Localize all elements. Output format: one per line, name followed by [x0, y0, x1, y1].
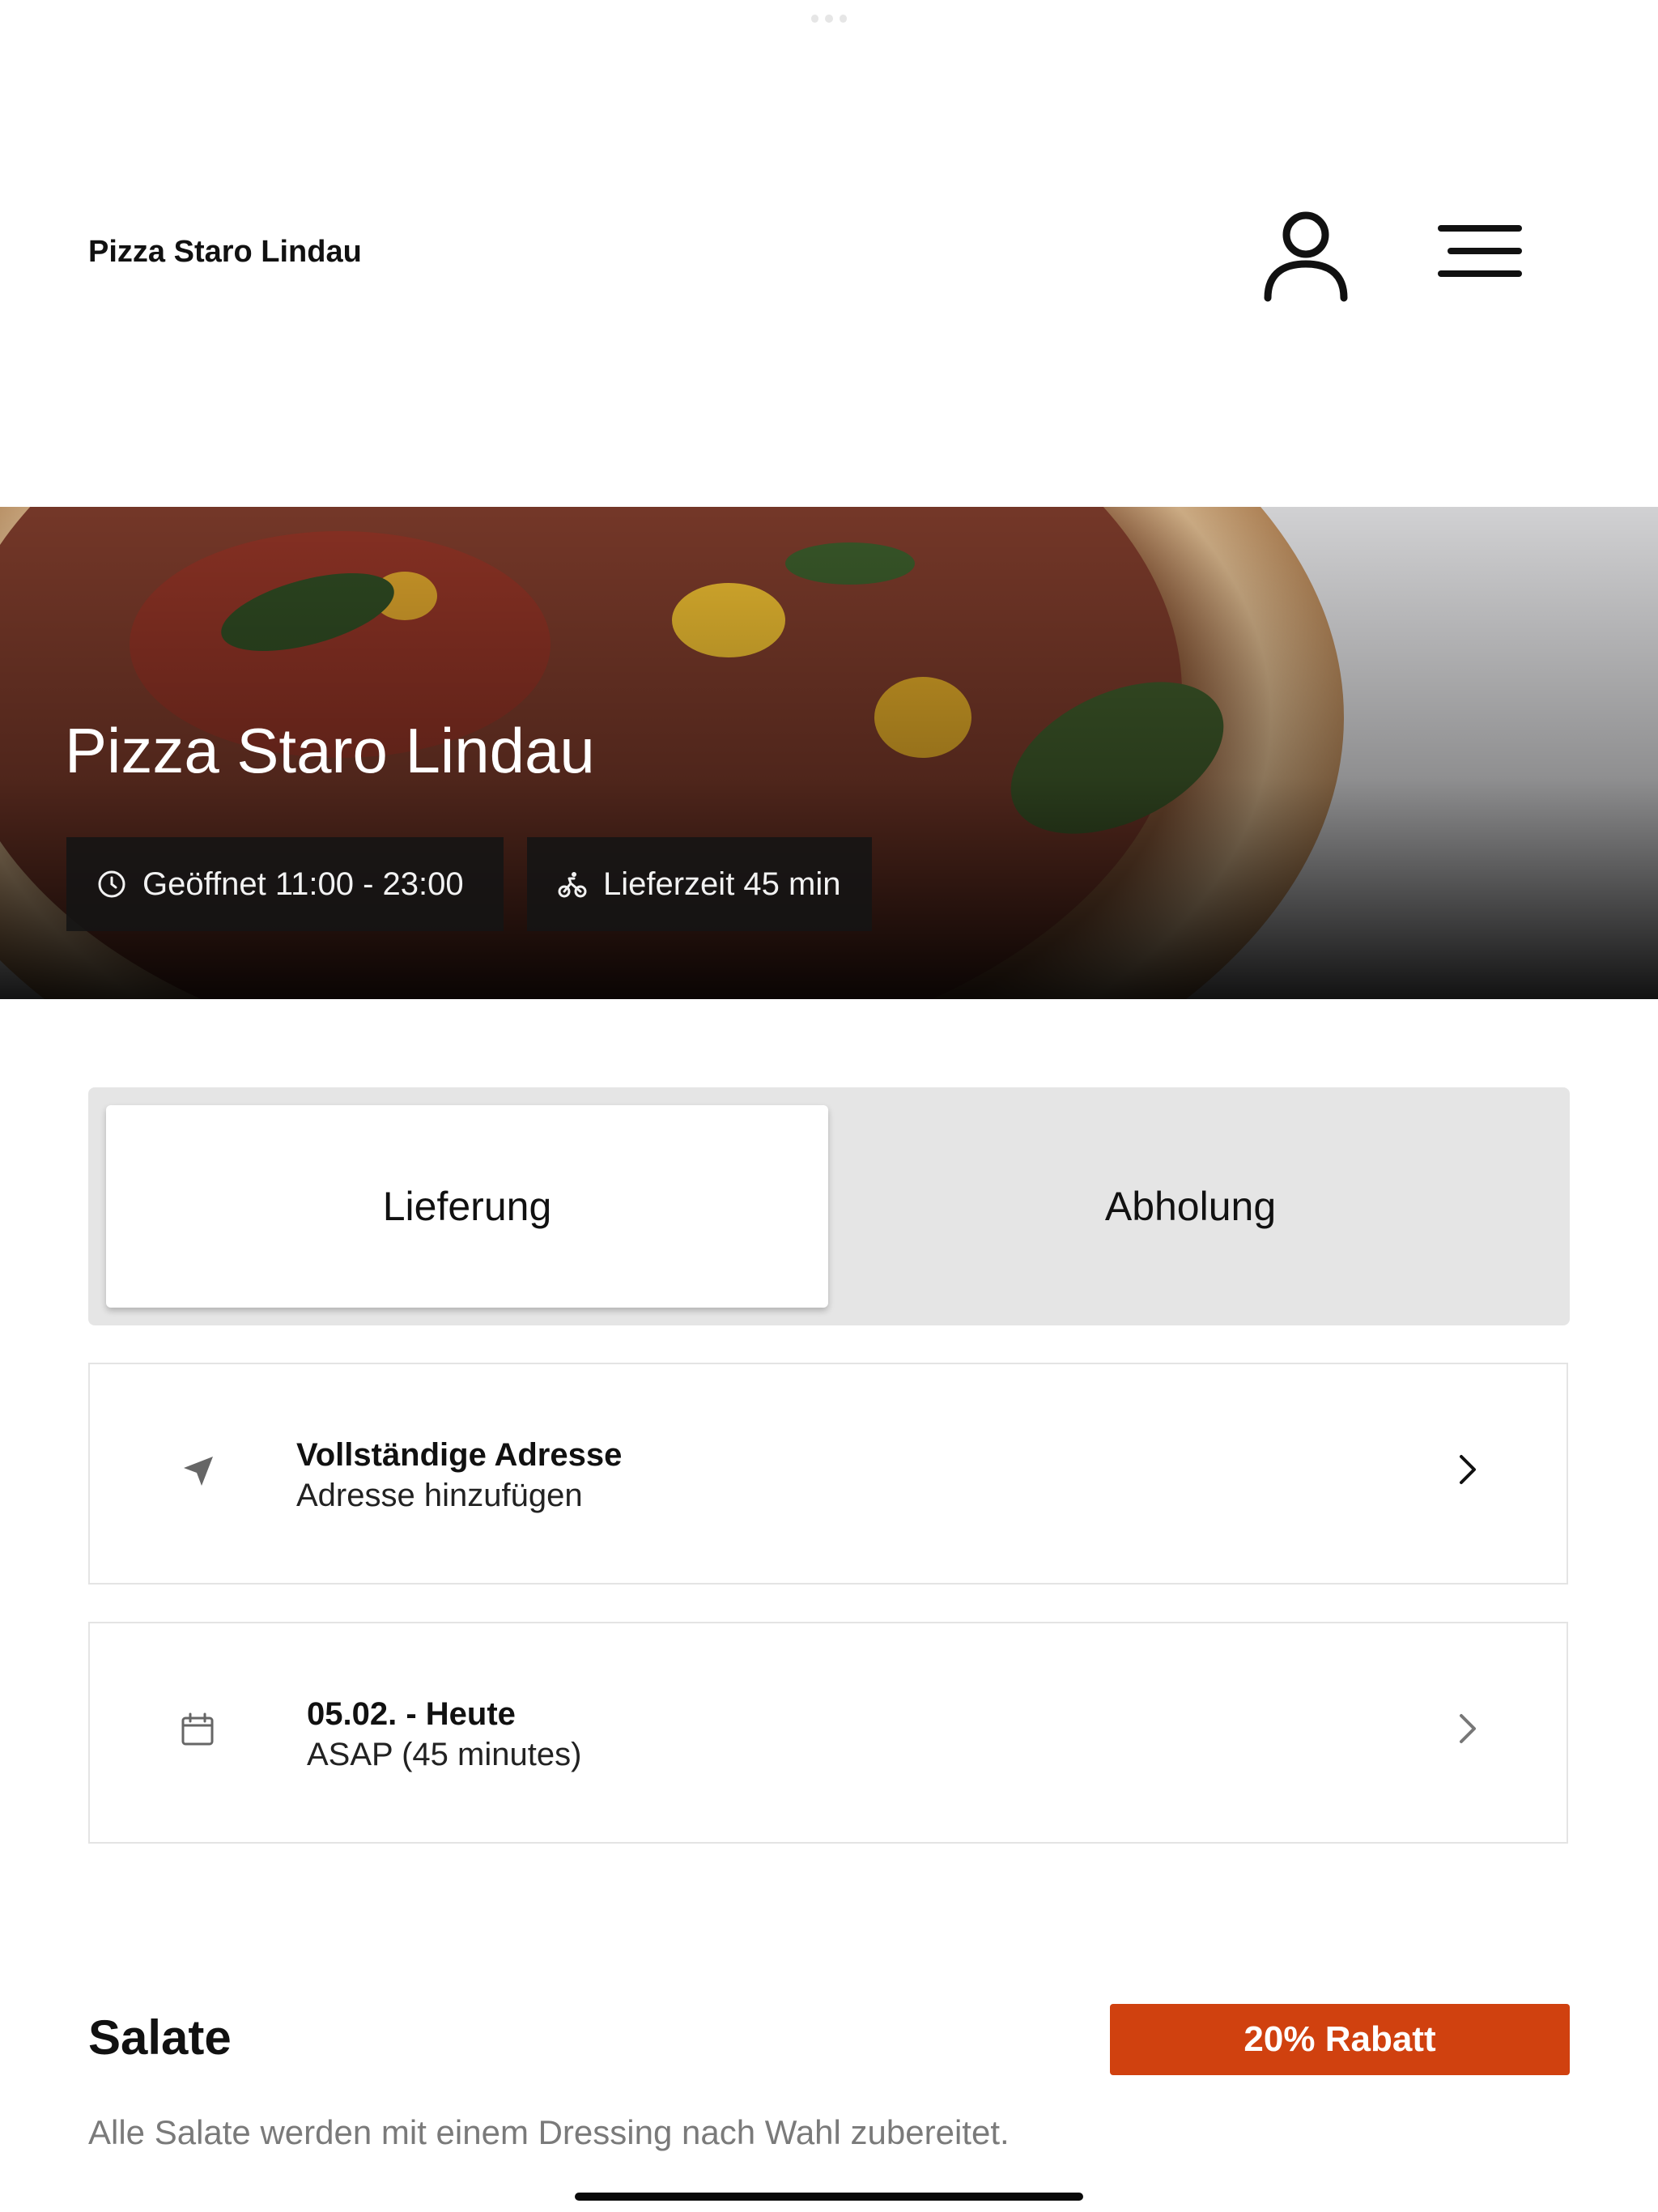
calendar-icon [181, 1712, 214, 1746]
date-title: 05.02. - Heute [307, 1696, 516, 1732]
home-indicator[interactable] [575, 2193, 1083, 2201]
opening-hours-label: Geöffnet 11:00 - 23:00 [142, 866, 464, 902]
discount-badge: 20% Rabatt [1110, 2004, 1570, 2075]
menu-button[interactable] [1435, 219, 1525, 283]
address-title: Vollständige Adresse [296, 1437, 623, 1473]
delivery-time-card[interactable]: 05.02. - Heute ASAP (45 minutes) [88, 1622, 1568, 1844]
drag-handle [811, 15, 847, 23]
chevron-right-icon [1460, 1455, 1476, 1484]
time-subtitle: ASAP (45 minutes) [307, 1737, 582, 1772]
clock-icon [98, 870, 125, 898]
section-description: Alle Salate werden mit einem Dressing na… [88, 2113, 1010, 2151]
address-card[interactable]: Vollständige Adresse Adresse hinzufügen [88, 1363, 1568, 1585]
chevron-right-icon [1460, 1714, 1476, 1743]
order-mode-toggle: Lieferung Abholung [88, 1087, 1570, 1325]
address-subtitle: Adresse hinzufügen [296, 1478, 583, 1513]
account-button[interactable] [1261, 206, 1350, 303]
menu-icon [1438, 225, 1522, 277]
tab-pickup[interactable]: Abholung [829, 1105, 1552, 1308]
section-title: Salate [88, 2010, 232, 2065]
opening-hours-chip: Geöffnet 11:00 - 23:00 [66, 837, 504, 931]
hero-banner: Pizza Staro Lindau Geöffnet 11:00 - 23:0… [0, 507, 1658, 999]
location-arrow-icon [184, 1457, 213, 1486]
delivery-time-label: Lieferzeit 45 min [603, 866, 841, 902]
delivery-time-chip: Lieferzeit 45 min [527, 837, 872, 931]
bicycle-icon [558, 872, 587, 898]
restaurant-name-header: Pizza Staro Lindau [88, 235, 362, 269]
restaurant-name-hero: Pizza Staro Lindau [65, 715, 595, 786]
tab-delivery[interactable]: Lieferung [106, 1105, 828, 1308]
user-icon [1264, 211, 1348, 302]
